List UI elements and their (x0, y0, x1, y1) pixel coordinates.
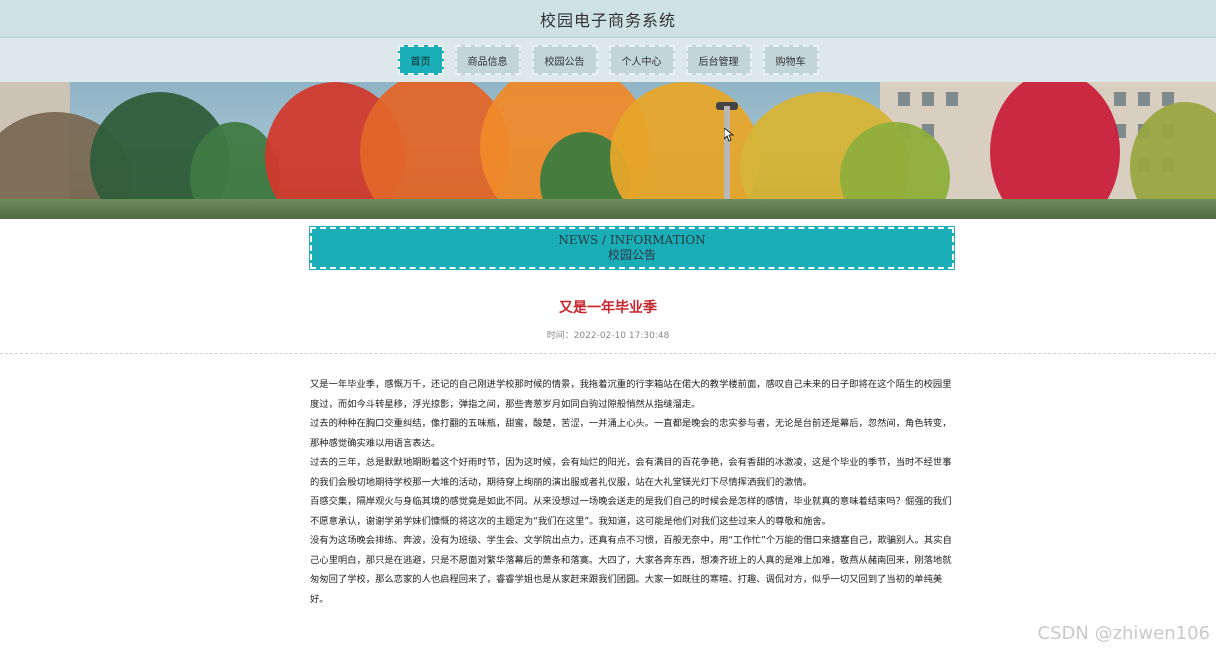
article-title: 又是一年毕业季 (559, 300, 657, 316)
nav-item-profile[interactable]: 个人中心 (608, 45, 675, 75)
nav-item-products[interactable]: 商品信息 (454, 45, 521, 75)
article-paragraph: 过去的种种在胸口交重纠结，像打翻的五味瓶，甜蜜，酸楚，苦涩，一并涌上心头。一直都… (310, 418, 952, 449)
news-chinese-label: 校园公告 (607, 248, 656, 262)
nav-item-cart[interactable]: 购物车 (762, 45, 819, 75)
nav-item-announcements[interactable]: 校园公告 (531, 45, 598, 75)
ground (0, 199, 1216, 219)
news-section-header: NEWS / INFORMATION 校园公告 (310, 227, 954, 269)
campus-banner-image (0, 82, 1216, 219)
article-paragraph: 百感交集，隔岸观火与身临其境的感觉竟是如此不同。从来没想过一场晚会送走的是我们自… (310, 496, 952, 527)
nav-item-admin[interactable]: 后台管理 (685, 45, 752, 75)
csdn-watermark: CSDN @zhiwen106 (1037, 623, 1210, 644)
divider (0, 353, 1216, 354)
article-paragraph: 过去的三年，总是默默地期盼着这个好雨时节，因为这时候，会有灿烂的阳光，会有满目的… (310, 457, 952, 488)
site-header: 校园电子商务系统 (0, 0, 1216, 38)
nav-item-home[interactable]: 首页 (397, 45, 444, 75)
news-english-label: NEWS / INFORMATION (558, 233, 706, 247)
site-title: 校园电子商务系统 (539, 10, 676, 30)
mouse-pointer-icon (724, 128, 734, 142)
article-paragraph: 没有为这场晚会排练、奔波，没有为班级、学生会、文学院出点力，还真有点不习惯，百般… (310, 535, 952, 605)
article-body: 又是一年毕业季，感慨万千，还记的自己刚进学校那时候的情景，我拖着沉重的行李箱站在… (310, 375, 954, 609)
main-nav: 首页 商品信息 校园公告 个人中心 后台管理 购物车 (0, 38, 1216, 82)
article-timestamp: 时间：2022-02-10 17:30:48 (546, 331, 670, 341)
article-paragraph: 又是一年毕业季，感慨万千，还记的自己刚进学校那时候的情景，我拖着沉重的行李箱站在… (310, 379, 952, 410)
